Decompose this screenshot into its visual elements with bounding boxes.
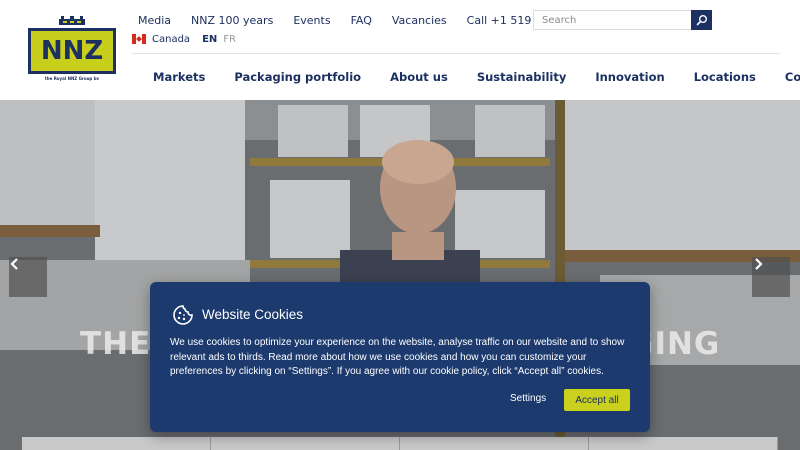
logo-tagline: the Royal NNZ Group bv	[44, 76, 100, 81]
logo-mark: NNZ	[28, 28, 116, 74]
locale-selector: Canada EN FR	[132, 32, 236, 46]
nav-markets[interactable]: Markets	[153, 70, 205, 84]
chevron-right-icon	[755, 258, 763, 270]
topnav-events[interactable]: Events	[293, 14, 330, 27]
nav-contact[interactable]: Contact	[785, 70, 800, 84]
topnav-nnz-100-years[interactable]: NNZ 100 years	[191, 14, 273, 27]
slider-next-button[interactable]	[752, 257, 790, 297]
nnz-logo[interactable]: NNZ the Royal NNZ Group bv	[26, 16, 118, 86]
nav-innovation[interactable]: Innovation	[595, 70, 664, 84]
search-bar	[533, 10, 712, 30]
cookie-title: Website Cookies	[202, 307, 304, 322]
hero-tile[interactable]	[589, 437, 778, 450]
cookie-settings-button[interactable]: Settings	[510, 393, 546, 404]
hero-tile[interactable]	[22, 437, 211, 450]
hero-tile[interactable]	[211, 437, 400, 450]
hero-title-left: THE	[80, 326, 152, 362]
canada-flag-icon[interactable]	[132, 34, 146, 44]
hero-tile[interactable]	[400, 437, 589, 450]
chevron-left-icon	[10, 258, 18, 270]
cookie-description: We use cookies to optimize your experien…	[170, 337, 625, 377]
nav-locations[interactable]: Locations	[694, 70, 756, 84]
logo-text: NNZ	[40, 36, 104, 66]
cookie-dialog: Website Cookies We use cookies to optimi…	[150, 282, 650, 432]
crown-icon	[59, 16, 85, 25]
topnav-faq[interactable]: FAQ	[351, 14, 372, 27]
nav-sustainability[interactable]: Sustainability	[477, 70, 567, 84]
nav-about-us[interactable]: About us	[390, 70, 448, 84]
header-divider	[132, 53, 780, 54]
country-label[interactable]: Canada	[152, 34, 190, 45]
topnav-vacancies[interactable]: Vacancies	[392, 14, 447, 27]
hero-tiles	[22, 437, 778, 450]
accept-all-button[interactable]: Accept all	[564, 389, 630, 411]
language-fr[interactable]: FR	[223, 34, 236, 45]
cookie-icon	[173, 305, 193, 325]
slider-prev-button[interactable]	[9, 257, 47, 297]
search-icon	[696, 15, 707, 26]
search-button[interactable]	[691, 10, 712, 30]
main-nav: Markets Packaging portfolio About us Sus…	[153, 68, 800, 86]
topnav-media[interactable]: Media	[138, 14, 171, 27]
language-en[interactable]: EN	[202, 34, 217, 45]
nav-packaging-portfolio[interactable]: Packaging portfolio	[234, 70, 361, 84]
search-input[interactable]	[533, 10, 691, 30]
site-header: NNZ the Royal NNZ Group bv Media NNZ 100…	[0, 0, 800, 100]
